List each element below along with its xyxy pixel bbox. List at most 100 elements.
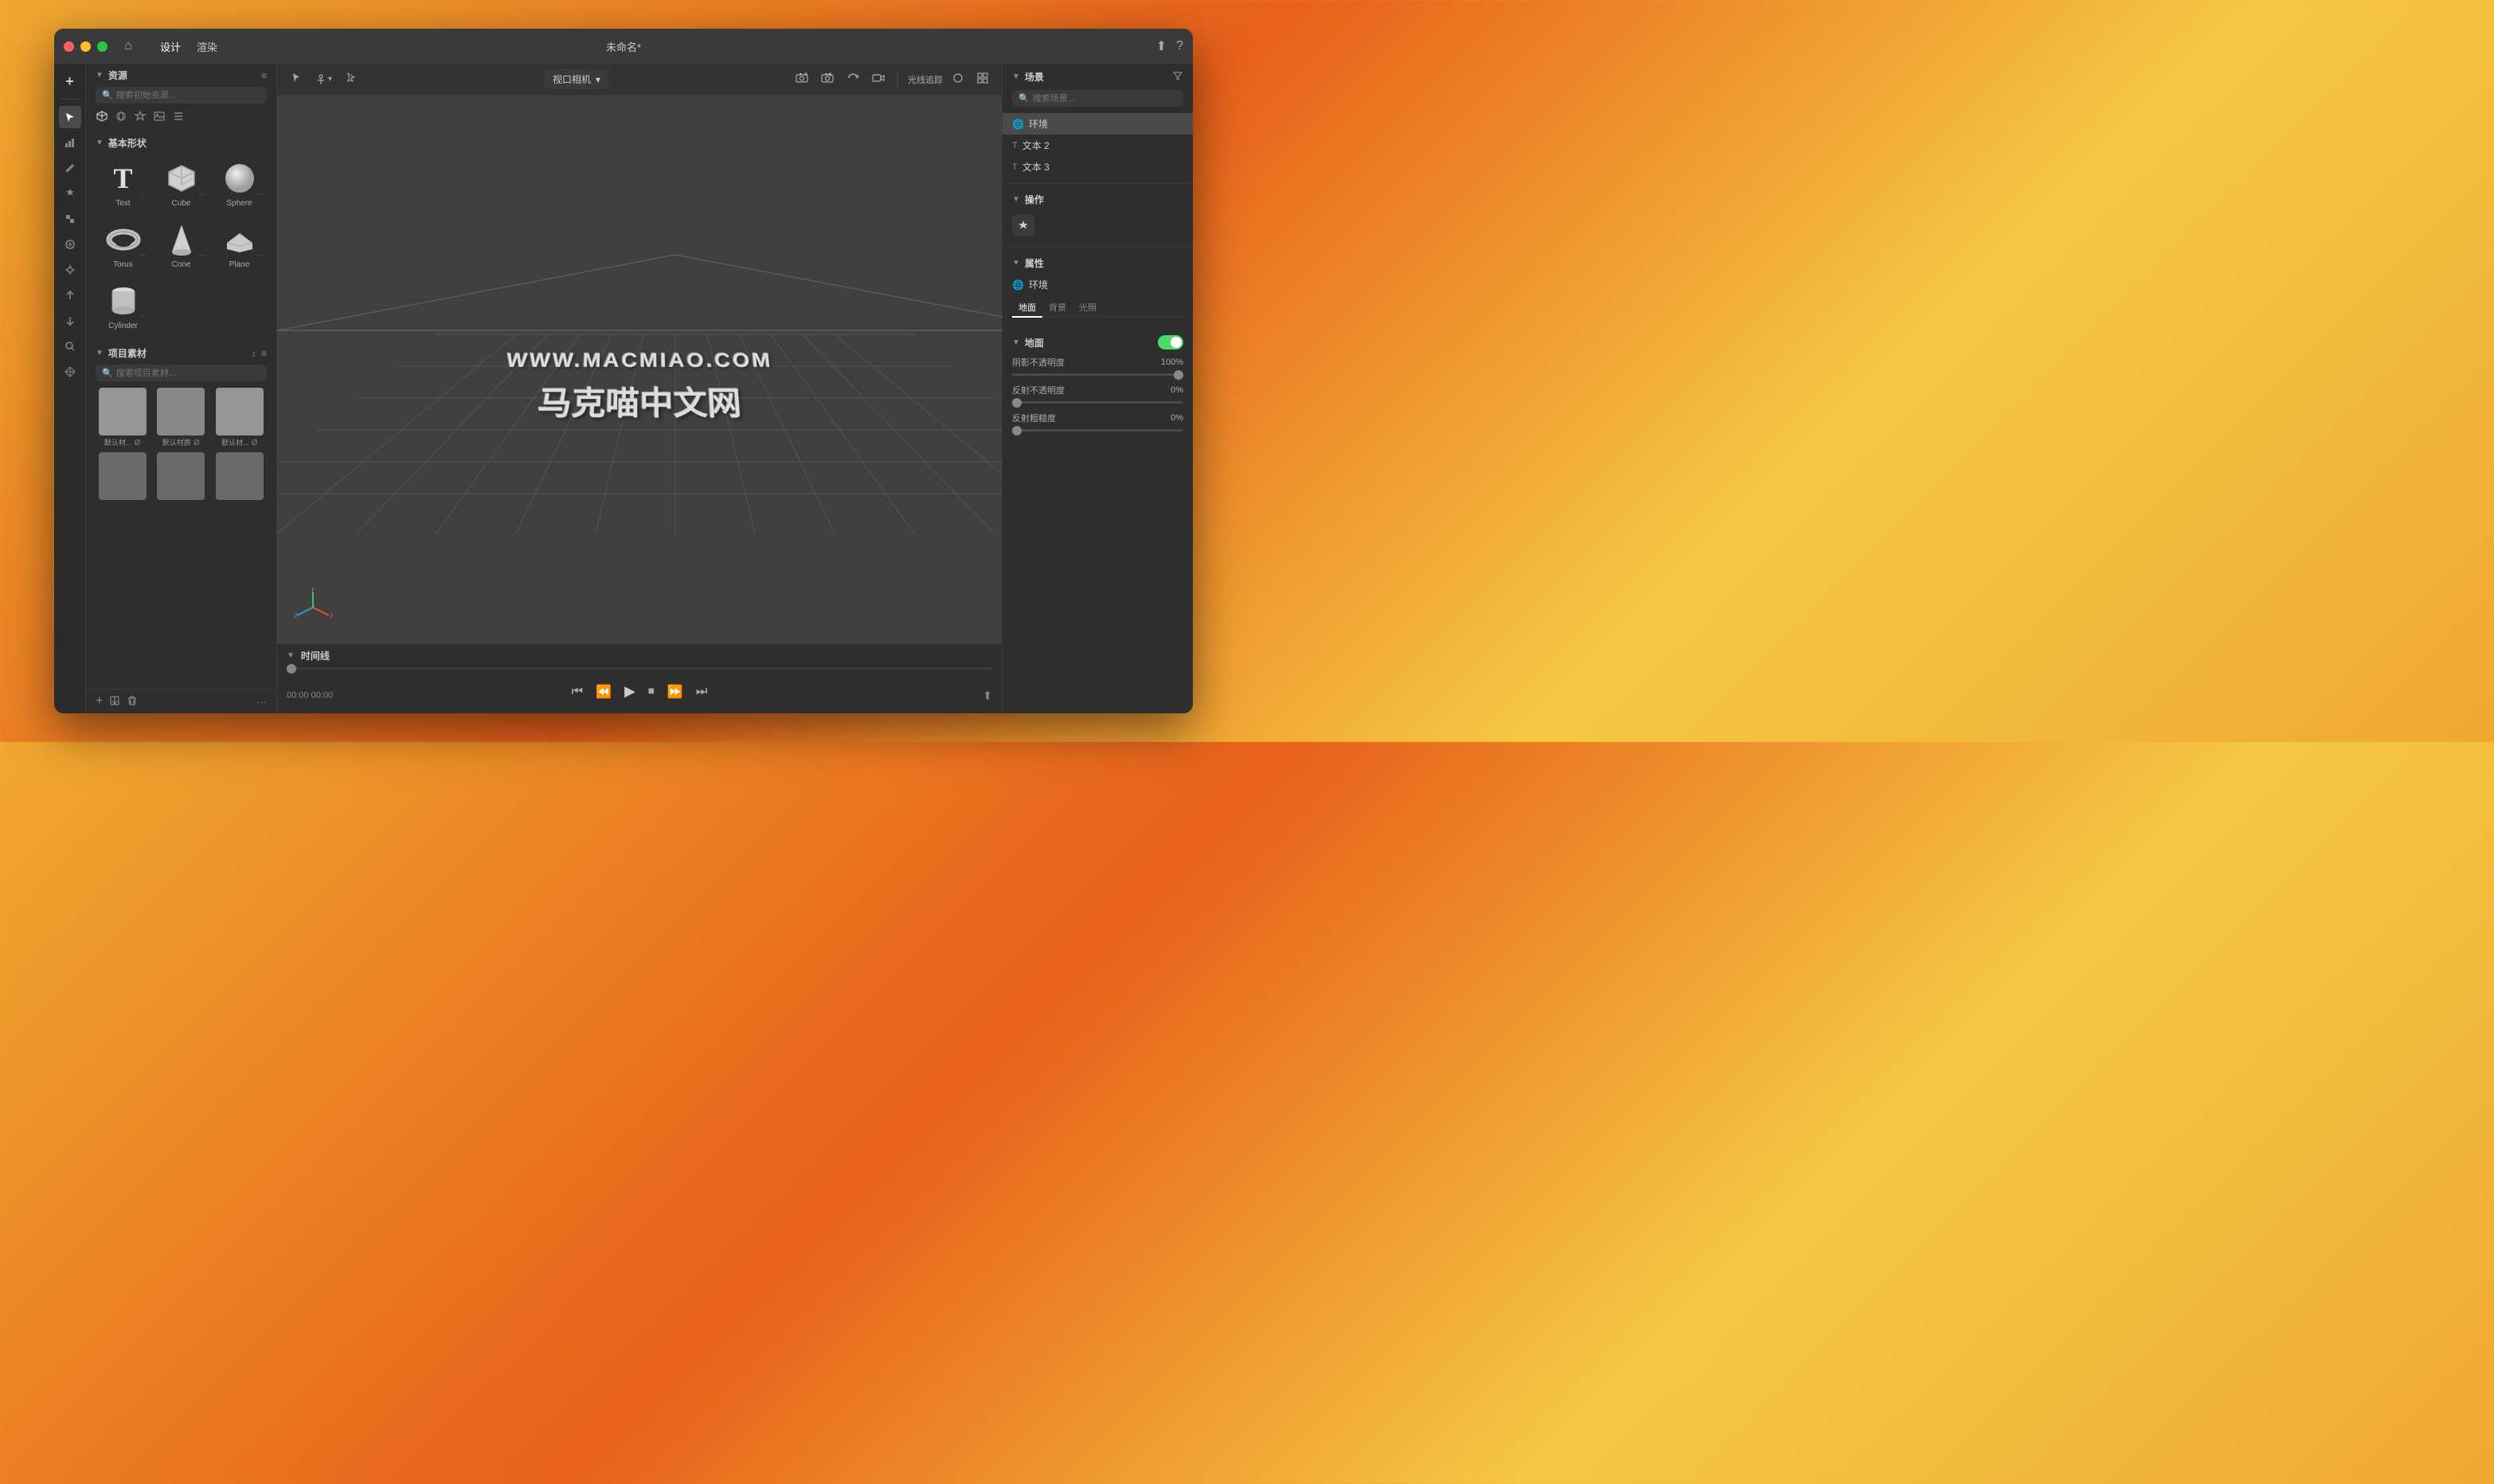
- camera-record-icon[interactable]: [869, 70, 888, 88]
- camera-add-icon[interactable]: [792, 70, 811, 88]
- material-preview-6: [216, 452, 264, 500]
- reflection-opacity-track[interactable]: [1012, 401, 1183, 404]
- timeline-collapse-icon[interactable]: ▼: [287, 651, 295, 660]
- filter-star-btn[interactable]: [134, 110, 147, 125]
- camera-label: 视口相机: [553, 72, 591, 86]
- move-up-tool[interactable]: [59, 284, 81, 307]
- materials-collapse-icon[interactable]: ▼: [96, 349, 104, 357]
- camera-dropdown[interactable]: 视口相机 ▾: [545, 69, 608, 89]
- shape-cube[interactable]: Cube ⋯: [154, 154, 209, 213]
- shape-cube-dots: ⋯: [198, 189, 205, 198]
- grid-settings-icon[interactable]: [973, 70, 992, 88]
- scene-collapse-icon[interactable]: ▼: [1012, 72, 1020, 81]
- assets-collapse-icon[interactable]: ▼: [96, 71, 104, 80]
- import-btn[interactable]: [109, 695, 120, 709]
- shape-cylinder[interactable]: Cylinder ⋯: [96, 277, 150, 335]
- camera-rotate-icon[interactable]: [843, 70, 862, 88]
- assets-search-input[interactable]: [116, 91, 260, 100]
- shape-torus[interactable]: Torus ⋯: [96, 216, 150, 274]
- scene-item-environment[interactable]: 🌐 环境: [1003, 113, 1193, 135]
- magic-tool[interactable]: [59, 182, 81, 205]
- effect-tool[interactable]: [59, 233, 81, 256]
- tab-ground[interactable]: 地面: [1012, 298, 1042, 317]
- material-item-4[interactable]: [96, 452, 150, 502]
- cursor-tool[interactable]: [287, 70, 306, 88]
- materials-search-input[interactable]: [116, 369, 260, 378]
- material-item-3[interactable]: 默认材... ∅: [213, 388, 267, 447]
- shadow-opacity-track[interactable]: [1012, 373, 1183, 376]
- filter-image-btn[interactable]: [153, 110, 166, 125]
- filter-cube-btn[interactable]: [96, 110, 108, 125]
- close-button[interactable]: [64, 41, 74, 52]
- materials-sort-icon[interactable]: ↕: [252, 348, 256, 359]
- operations-star-btn[interactable]: [1012, 214, 1034, 236]
- material-item-6[interactable]: [213, 452, 267, 502]
- home-icon[interactable]: ⌂: [120, 38, 136, 54]
- filter-list-btn[interactable]: [172, 110, 185, 125]
- add-tool[interactable]: +: [59, 70, 81, 92]
- step-forward-btn[interactable]: ⏩: [667, 684, 683, 700]
- shape-cube-label: Cube: [172, 199, 191, 208]
- material-preview-4: [99, 452, 147, 500]
- share-icon[interactable]: ⬆: [1156, 38, 1167, 54]
- nav-render[interactable]: 渲染: [197, 39, 217, 54]
- step-back-btn[interactable]: ⏪: [596, 684, 612, 700]
- material-item-5[interactable]: [154, 452, 209, 502]
- skip-back-btn[interactable]: ⏮: [572, 685, 583, 699]
- chart-tool[interactable]: [59, 131, 81, 154]
- shape-plane[interactable]: Plane ⋯: [212, 216, 267, 274]
- reflection-opacity-thumb[interactable]: [1012, 398, 1022, 408]
- help-icon[interactable]: ?: [1176, 39, 1183, 53]
- minimize-button[interactable]: [80, 41, 91, 52]
- ground-toggle[interactable]: [1158, 335, 1183, 350]
- reflection-roughness-track[interactable]: [1012, 429, 1183, 432]
- play-btn[interactable]: ▶: [624, 683, 635, 700]
- timeline-section: ▼ 时间线 00:00 00:00 ⏮ ⏪ ▶ ⏹ ⏩ ⏭ ⬆: [277, 643, 1002, 713]
- pointer-tool[interactable]: [342, 70, 361, 88]
- pan-tool[interactable]: [59, 361, 81, 383]
- shape-cone[interactable]: Cone ⋯: [154, 216, 209, 274]
- properties-collapse-icon[interactable]: ▼: [1012, 259, 1020, 268]
- filter-sphere-btn[interactable]: [115, 110, 127, 125]
- viewport-3d[interactable]: WWW.MACMIAO.COM 马克喵中文网 X Y Z: [277, 96, 1002, 643]
- scene-search-input[interactable]: [1033, 94, 1177, 103]
- tab-lighting[interactable]: 光照: [1073, 298, 1103, 317]
- anchor-tool[interactable]: ▾: [312, 72, 335, 87]
- shape-text[interactable]: T Text ⋯: [96, 154, 150, 213]
- material-item-1[interactable]: 默认材... ∅: [96, 388, 150, 447]
- delete-btn[interactable]: [127, 695, 138, 709]
- raytracing-circle-icon[interactable]: [949, 71, 967, 88]
- transform-tool[interactable]: [59, 259, 81, 281]
- scene-filter-icon[interactable]: [1172, 70, 1183, 84]
- material-item-2[interactable]: 默认材质 ∅: [154, 388, 209, 447]
- maximize-button[interactable]: [97, 41, 108, 52]
- list-view-icon[interactable]: ≡: [261, 70, 267, 81]
- app-window: ⌂ 设计 渲染 未命名* ⬆ ? +: [54, 29, 1193, 713]
- materials-list-icon[interactable]: ≡: [261, 348, 267, 359]
- zoom-tool[interactable]: [59, 335, 81, 357]
- ground-collapse-icon[interactable]: ▼: [1012, 338, 1020, 347]
- move-down-tool[interactable]: [59, 310, 81, 332]
- reflection-roughness-thumb[interactable]: [1012, 426, 1022, 435]
- material-label-2: 默认材质 ∅: [162, 437, 201, 447]
- more-btn[interactable]: ···: [256, 696, 267, 708]
- select-tool[interactable]: [59, 106, 81, 128]
- timeline-export-btn[interactable]: ⬆: [983, 689, 992, 695]
- operations-header: ▼ 操作: [1003, 188, 1193, 209]
- object-tool[interactable]: [59, 208, 81, 230]
- tab-background[interactable]: 背景: [1042, 298, 1073, 317]
- scene-content-overlay: WWW.MACMIAO.COM 马克喵中文网: [277, 96, 1002, 643]
- scene-item-text2[interactable]: T 文本 2: [1003, 135, 1193, 156]
- shapes-collapse-icon[interactable]: ▼: [96, 139, 104, 147]
- operations-collapse-icon[interactable]: ▼: [1012, 195, 1020, 204]
- shape-sphere[interactable]: Sphere ⋯: [212, 154, 267, 213]
- shadow-opacity-thumb[interactable]: [1174, 370, 1183, 380]
- camera-edit-icon[interactable]: [818, 70, 837, 88]
- skip-forward-btn[interactable]: ⏭: [696, 685, 707, 699]
- scene-item-text3[interactable]: T 文本 3: [1003, 156, 1193, 178]
- assets-header: ▼ 资源 ≡: [86, 64, 276, 87]
- add-material-btn[interactable]: +: [96, 694, 103, 709]
- pen-tool[interactable]: [59, 157, 81, 179]
- stop-btn[interactable]: ⏹: [648, 685, 655, 699]
- nav-design[interactable]: 设计: [160, 39, 181, 54]
